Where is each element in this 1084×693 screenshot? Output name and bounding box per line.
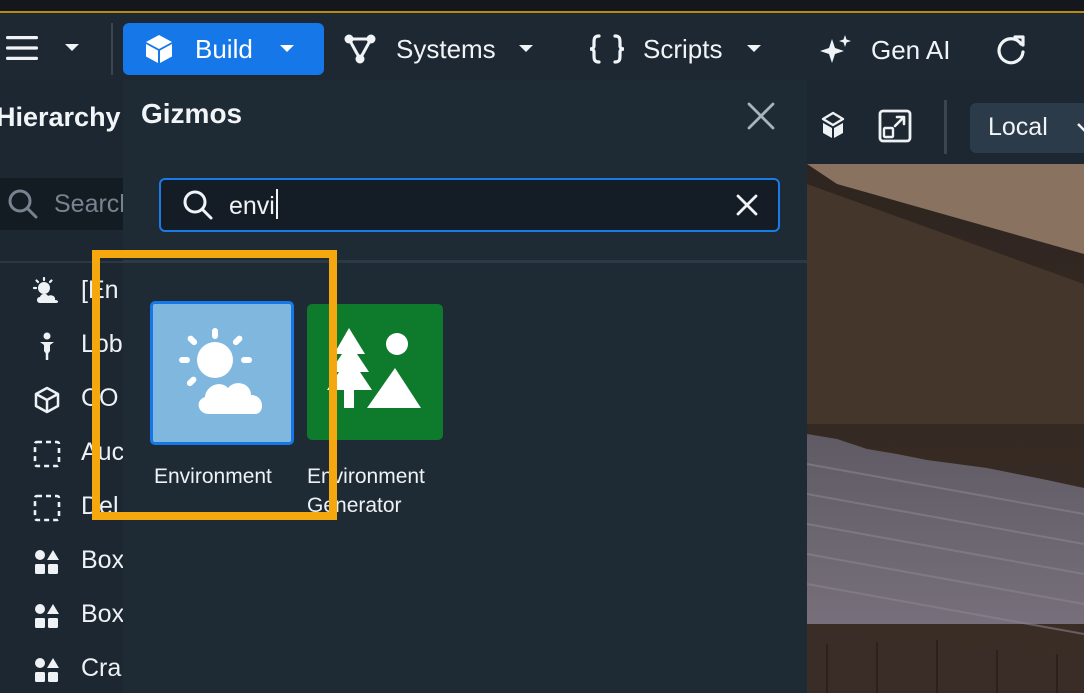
shapes-icon — [35, 550, 59, 574]
hierarchy-item-label: Box — [81, 600, 125, 628]
weather-icon — [32, 277, 59, 303]
gen-ai-button[interactable]: Gen AI — [818, 33, 951, 67]
landscape-icon — [327, 328, 421, 408]
space-mode-dropdown[interactable]: Local — [970, 103, 1084, 153]
gizmo-tile-environment-generator[interactable] — [307, 304, 443, 440]
chevron-down-icon — [747, 45, 762, 52]
hierarchy-item-label: [En — [81, 276, 119, 304]
hierarchy-title: Hierarchy — [0, 102, 121, 132]
hierarchy-divider — [0, 261, 123, 263]
search-value: envi — [229, 189, 278, 221]
hierarchy-item-label: Del — [81, 492, 119, 520]
scripts-menu-button[interactable]: Scripts — [588, 33, 762, 65]
search-icon — [183, 190, 213, 220]
shapes-icon — [35, 604, 59, 628]
spawn-point-icon — [40, 332, 54, 360]
main-menu-button[interactable] — [6, 35, 80, 61]
build-menu-button[interactable]: Build — [123, 23, 324, 75]
text-caret — [275, 189, 278, 219]
gizmo-tile-label: Environment — [154, 465, 272, 488]
scripts-label: Scripts — [643, 33, 723, 64]
gen-ai-label: Gen AI — [871, 34, 951, 65]
viewport-toolbar: Local — [807, 80, 1084, 164]
hierarchy-item[interactable]: [En — [0, 272, 123, 312]
space-mode-label: Local — [988, 113, 1048, 141]
hamburger-icon — [6, 36, 38, 60]
hierarchy-item[interactable]: Lob — [0, 326, 123, 366]
sparkle-icon — [820, 35, 851, 63]
cube-icon — [34, 386, 60, 414]
viewport-toolbar-separator — [944, 100, 947, 154]
hierarchy-item[interactable]: Auc — [0, 434, 125, 474]
systems-menu-button[interactable]: Systems — [344, 33, 534, 65]
chevron-down-icon — [279, 45, 294, 52]
sun-cloud-icon — [179, 328, 265, 417]
clear-icon[interactable] — [736, 194, 758, 216]
refresh-button[interactable] — [994, 33, 1028, 67]
object-mode-icon[interactable] — [819, 111, 847, 141]
panel-divider — [123, 260, 807, 263]
build-label: Build — [195, 33, 253, 64]
hierarchy-item[interactable]: CO — [0, 380, 123, 420]
cube-icon — [146, 35, 172, 63]
curly-braces-icon — [589, 34, 625, 64]
main-toolbar: Build Systems Scripts Gen AI — [0, 13, 1084, 80]
hierarchy-item[interactable]: Box — [0, 596, 125, 636]
hierarchy-item[interactable]: Cra — [0, 650, 123, 690]
scene-viewport[interactable] — [807, 164, 1084, 693]
chevron-down-icon — [65, 44, 79, 51]
hierarchy-search-placeholder: Search — [54, 190, 134, 218]
chevron-down-icon — [1077, 123, 1084, 132]
hierarchy-item-label: Auc — [81, 438, 125, 466]
scene-render — [807, 164, 1084, 693]
gizmo-tile-label: Environment Generator — [307, 465, 425, 517]
hierarchy-item[interactable]: Del — [0, 488, 123, 528]
hierarchy-item-label: CO — [81, 384, 119, 412]
hierarchy-item-label: Cra — [81, 654, 122, 682]
toolbar-separator — [111, 23, 113, 75]
panel-title: Gizmos — [141, 98, 243, 129]
chevron-down-icon — [518, 45, 533, 52]
gizmos-panel: Gizmos envi Environment Environment Gene… — [123, 80, 807, 693]
hierarchy-item-label: Box — [81, 546, 125, 574]
window-top-edge — [0, 0, 1084, 13]
hierarchy-panel: Hierarchy Search [En Lob CO Auc Del Box … — [0, 80, 133, 693]
gizmo-search-input[interactable]: envi — [159, 178, 780, 232]
hierarchy-item-label: Lob — [81, 330, 123, 358]
dashed-square-icon — [33, 494, 61, 522]
search-icon — [8, 189, 38, 219]
nodes-icon — [344, 34, 376, 64]
expand-icon[interactable] — [878, 109, 912, 143]
close-icon[interactable] — [745, 100, 777, 132]
hierarchy-search-input[interactable]: Search — [0, 178, 133, 230]
dashed-square-icon — [33, 440, 61, 468]
shapes-icon — [35, 658, 59, 682]
gizmo-tile-environment[interactable] — [150, 301, 294, 445]
systems-label: Systems — [396, 33, 496, 64]
refresh-icon — [997, 35, 1025, 65]
hierarchy-item[interactable]: Box — [0, 542, 125, 582]
